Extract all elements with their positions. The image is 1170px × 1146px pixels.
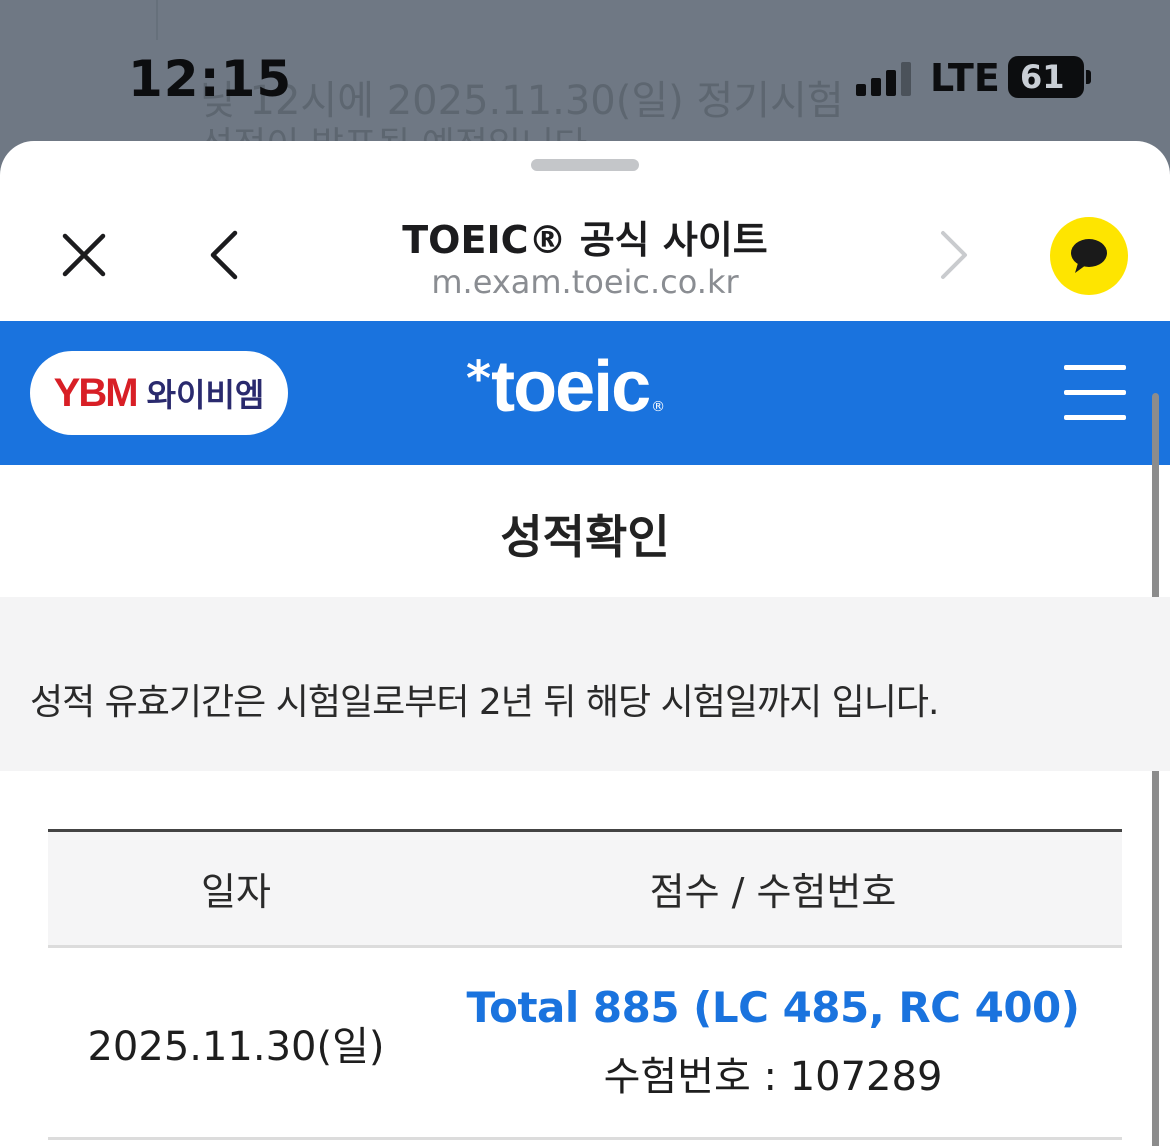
score-cell: Total 885 (LC 485, RC 400) 수험번호 : 107289	[424, 983, 1122, 1102]
toeic-logo-star: *	[466, 351, 492, 407]
page-title: 성적확인	[500, 510, 670, 564]
table-row: 2025.11.30(일) Total 885 (LC 485, RC 400)…	[48, 948, 1122, 1140]
header-score-registration: 점수 / 수험번호	[649, 870, 897, 914]
exam-date: 2025.11.30(일)	[87, 1023, 385, 1070]
total-score-link[interactable]: Total 885 (LC 485, RC 400)	[424, 983, 1122, 1032]
registration-number: 수험번호 : 107289	[603, 1054, 943, 1100]
kakao-chat-button[interactable]	[1050, 217, 1128, 295]
battery-level: 61	[1020, 58, 1065, 96]
chevron-right-icon	[941, 231, 967, 279]
sheet-grabber-handle[interactable]	[531, 159, 639, 171]
score-table-header: 일자 점수 / 수험번호	[48, 829, 1122, 948]
ybm-logo-name: 와이비엠	[146, 376, 265, 414]
browser-page-title: TOEIC® 공식 사이트	[402, 218, 768, 262]
webview-sheet: TOEIC® 공식 사이트 m.exam.toeic.co.kr YBM 와이비…	[0, 141, 1170, 1146]
network-type: LTE	[930, 56, 1000, 100]
toeic-logo[interactable]: * toeic ®	[466, 351, 665, 423]
ybm-logo-link[interactable]: YBM 와이비엠	[30, 351, 288, 435]
score-table: 일자 점수 / 수험번호 2025.11.30(일) Total 885 (LC…	[48, 829, 1122, 1140]
toeic-logo-registered: ®	[651, 399, 666, 415]
header-date: 일자	[201, 870, 271, 914]
validity-notice-text: 성적 유효기간은 시험일로부터 2년 뒤 해당 시험일까지 입니다.	[30, 682, 939, 723]
validity-notice: 성적 유효기간은 시험일로부터 2년 뒤 해당 시험일까지 입니다.	[0, 597, 1170, 771]
browser-url: m.exam.toeic.co.kr	[431, 263, 739, 301]
hamburger-menu-button[interactable]	[1064, 365, 1126, 421]
status-time: 12:15	[128, 50, 293, 108]
toeic-logo-text: toeic	[491, 347, 651, 427]
background-divider	[156, 0, 158, 40]
forward-button[interactable]	[926, 227, 982, 283]
ybm-logo-mark: YBM	[53, 370, 139, 415]
signal-strength-icon	[856, 62, 916, 96]
site-navigation-bar: YBM 와이비엠 * toeic ®	[0, 321, 1170, 465]
kakao-chat-icon	[1071, 239, 1107, 273]
battery-nub	[1086, 70, 1091, 84]
battery-icon: 61	[1008, 56, 1084, 98]
